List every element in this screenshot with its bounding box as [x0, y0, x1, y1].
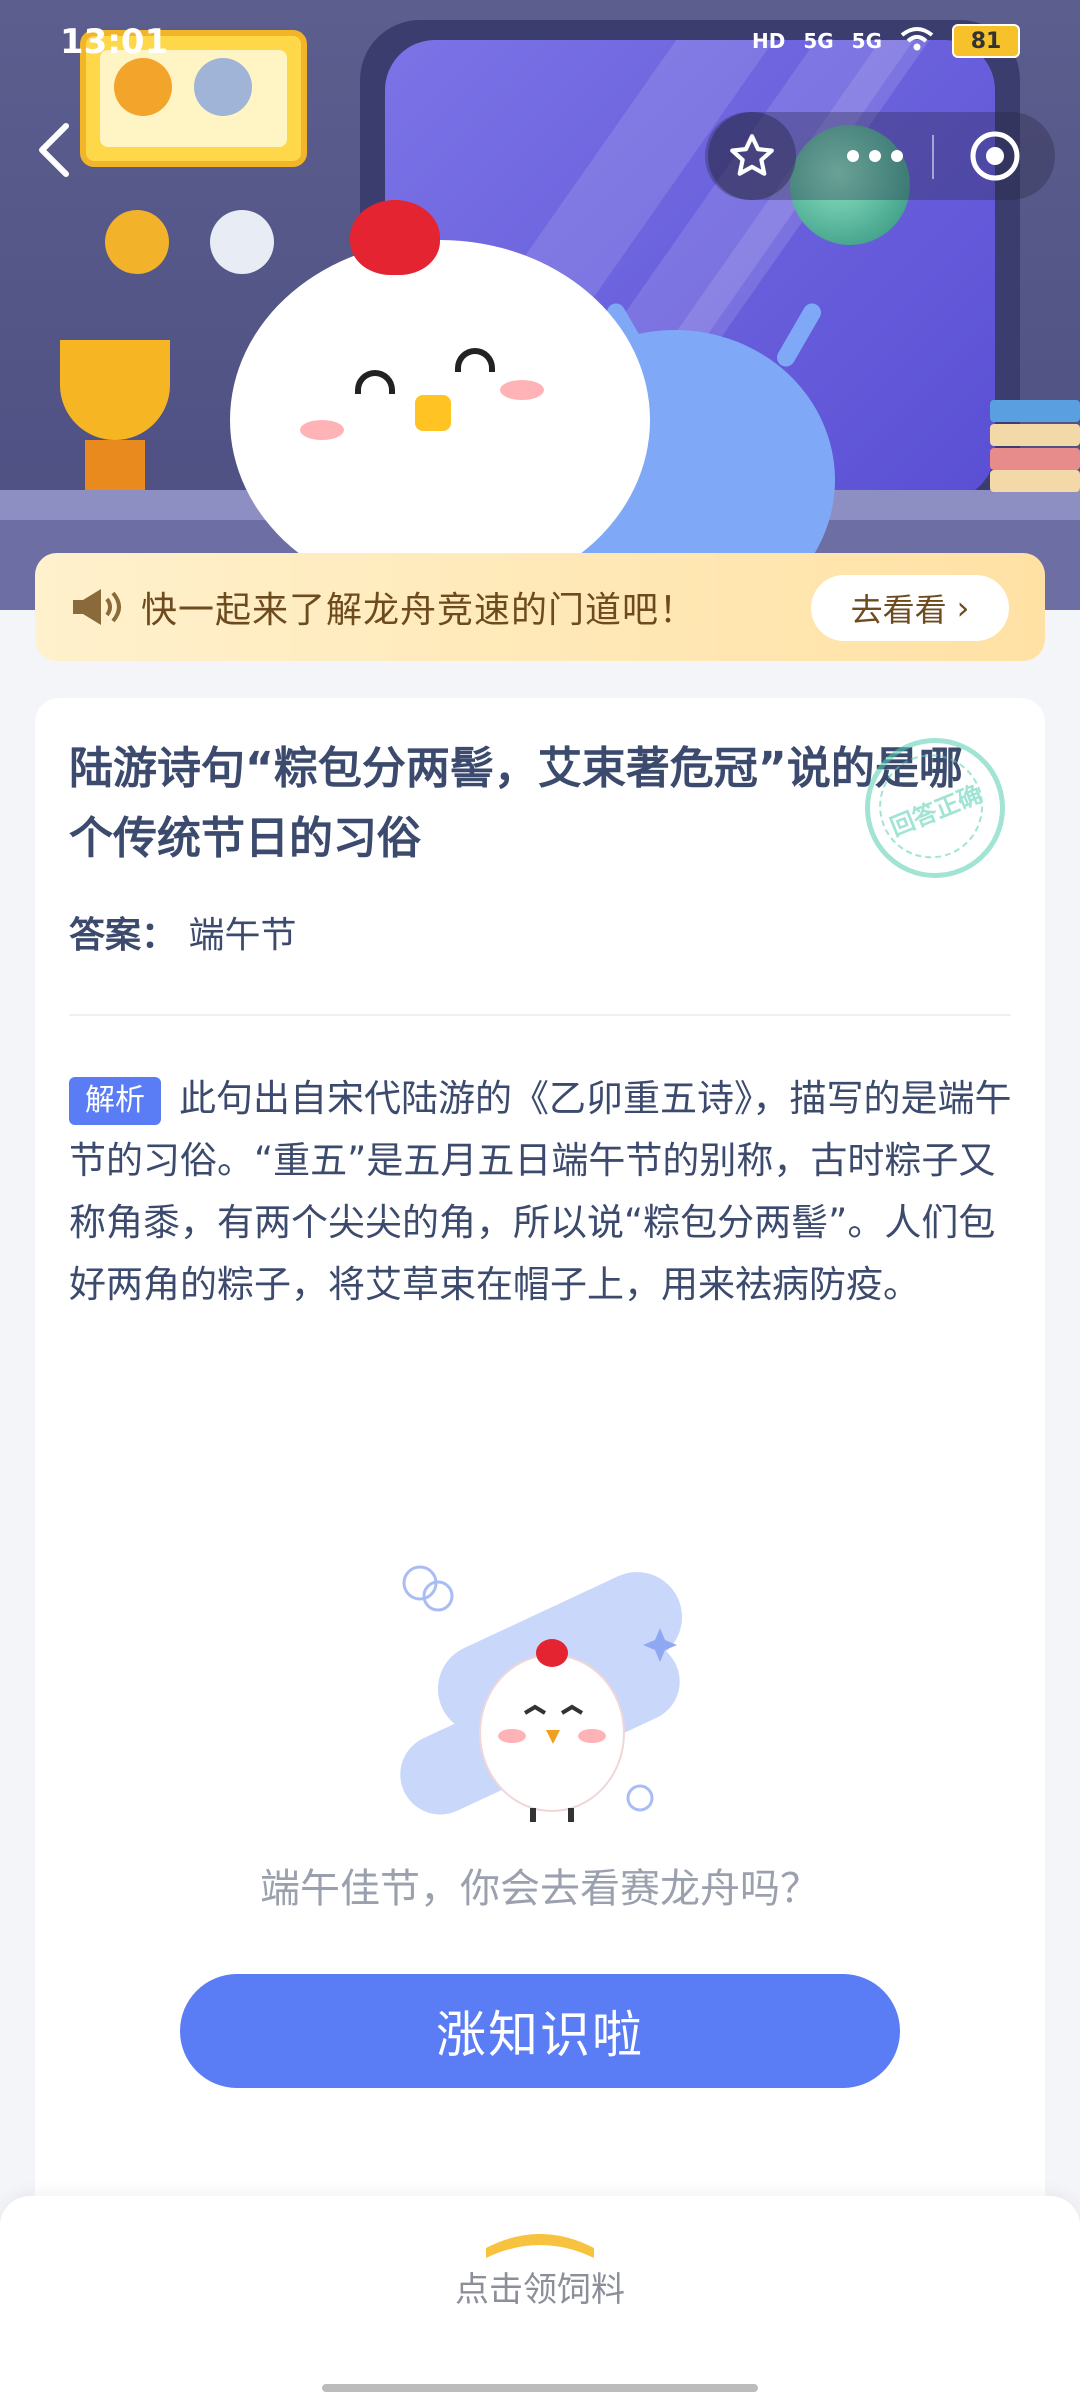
- megaphone-icon: [73, 589, 121, 625]
- promo-question-text: 端午佳节，你会去看赛龙舟吗？: [260, 1866, 820, 1912]
- banner-go-button[interactable]: 去看看 ›: [811, 575, 1009, 641]
- divider: [69, 1014, 1011, 1016]
- target-icon: [970, 131, 1020, 181]
- star-icon: [730, 134, 774, 176]
- home-indicator[interactable]: [322, 2384, 758, 2392]
- trophy-base: [85, 440, 145, 490]
- back-button[interactable]: [30, 120, 80, 180]
- learn-more-button[interactable]: 涨知识啦: [180, 1974, 900, 2088]
- question-card: 陆游诗句“粽包分两髻，艾束著危冠”说的是哪个传统节日的习俗 回答正确 答案： 端…: [35, 698, 1045, 2258]
- chevron-right-icon: ›: [956, 589, 970, 627]
- more-dots-icon: [847, 150, 859, 162]
- favorite-button[interactable]: [708, 112, 796, 200]
- promo-banner[interactable]: 快一起来了解龙舟竞速的门道吧！ 去看看 ›: [35, 553, 1045, 661]
- chick-comb: [350, 200, 440, 275]
- claim-feed-text[interactable]: 点击领饲料: [0, 2262, 1080, 2311]
- analysis-block: 解析 此句出自宋代陆游的《乙卯重五诗》，描写的是端午节的习俗。“重五”是五月五日端…: [69, 1068, 1019, 1316]
- question-title: 陆游诗句“粽包分两髻，艾束著危冠”说的是哪个传统节日的习俗: [69, 743, 963, 864]
- signal-icon: 5G: [851, 29, 882, 53]
- chick-mascot-illustration: [390, 1548, 730, 1838]
- analysis-text: 此句出自宋代陆游的《乙卯重五诗》，描写的是端午节的习俗。“重五”是五月五日端午节…: [69, 1077, 1012, 1306]
- books-icon: [990, 400, 1080, 492]
- bottom-drawer[interactable]: 点击领饲料: [0, 2196, 1080, 2400]
- wifi-icon: [900, 26, 934, 57]
- more-button[interactable]: [820, 118, 930, 194]
- answer-row: 答案： 端午节: [69, 906, 296, 958]
- battery-icon: 81: [952, 24, 1020, 58]
- close-mini-program-button[interactable]: [945, 118, 1045, 194]
- gold-medal-icon: [105, 210, 169, 274]
- hd-icon: HD: [751, 29, 786, 53]
- chevron-up-icon: [486, 2234, 594, 2258]
- chevron-left-icon: [39, 123, 69, 177]
- status-time: 13:01: [60, 22, 169, 62]
- signal-icon: 5G: [803, 29, 834, 53]
- status-icons: HD 5G 5G 81: [752, 24, 1020, 58]
- silver-medal-icon: [210, 210, 274, 274]
- answer-label: 答案：: [69, 915, 178, 956]
- answer-value: 端午节: [188, 915, 297, 956]
- banner-button-label: 去看看: [850, 591, 947, 629]
- analysis-tag: 解析: [69, 1076, 161, 1125]
- banner-text: 快一起来了解龙舟竞速的门道吧！: [141, 590, 697, 631]
- hero-illustration: [0, 0, 1080, 610]
- chick-beak: [415, 395, 451, 431]
- capsule-divider: [932, 135, 934, 179]
